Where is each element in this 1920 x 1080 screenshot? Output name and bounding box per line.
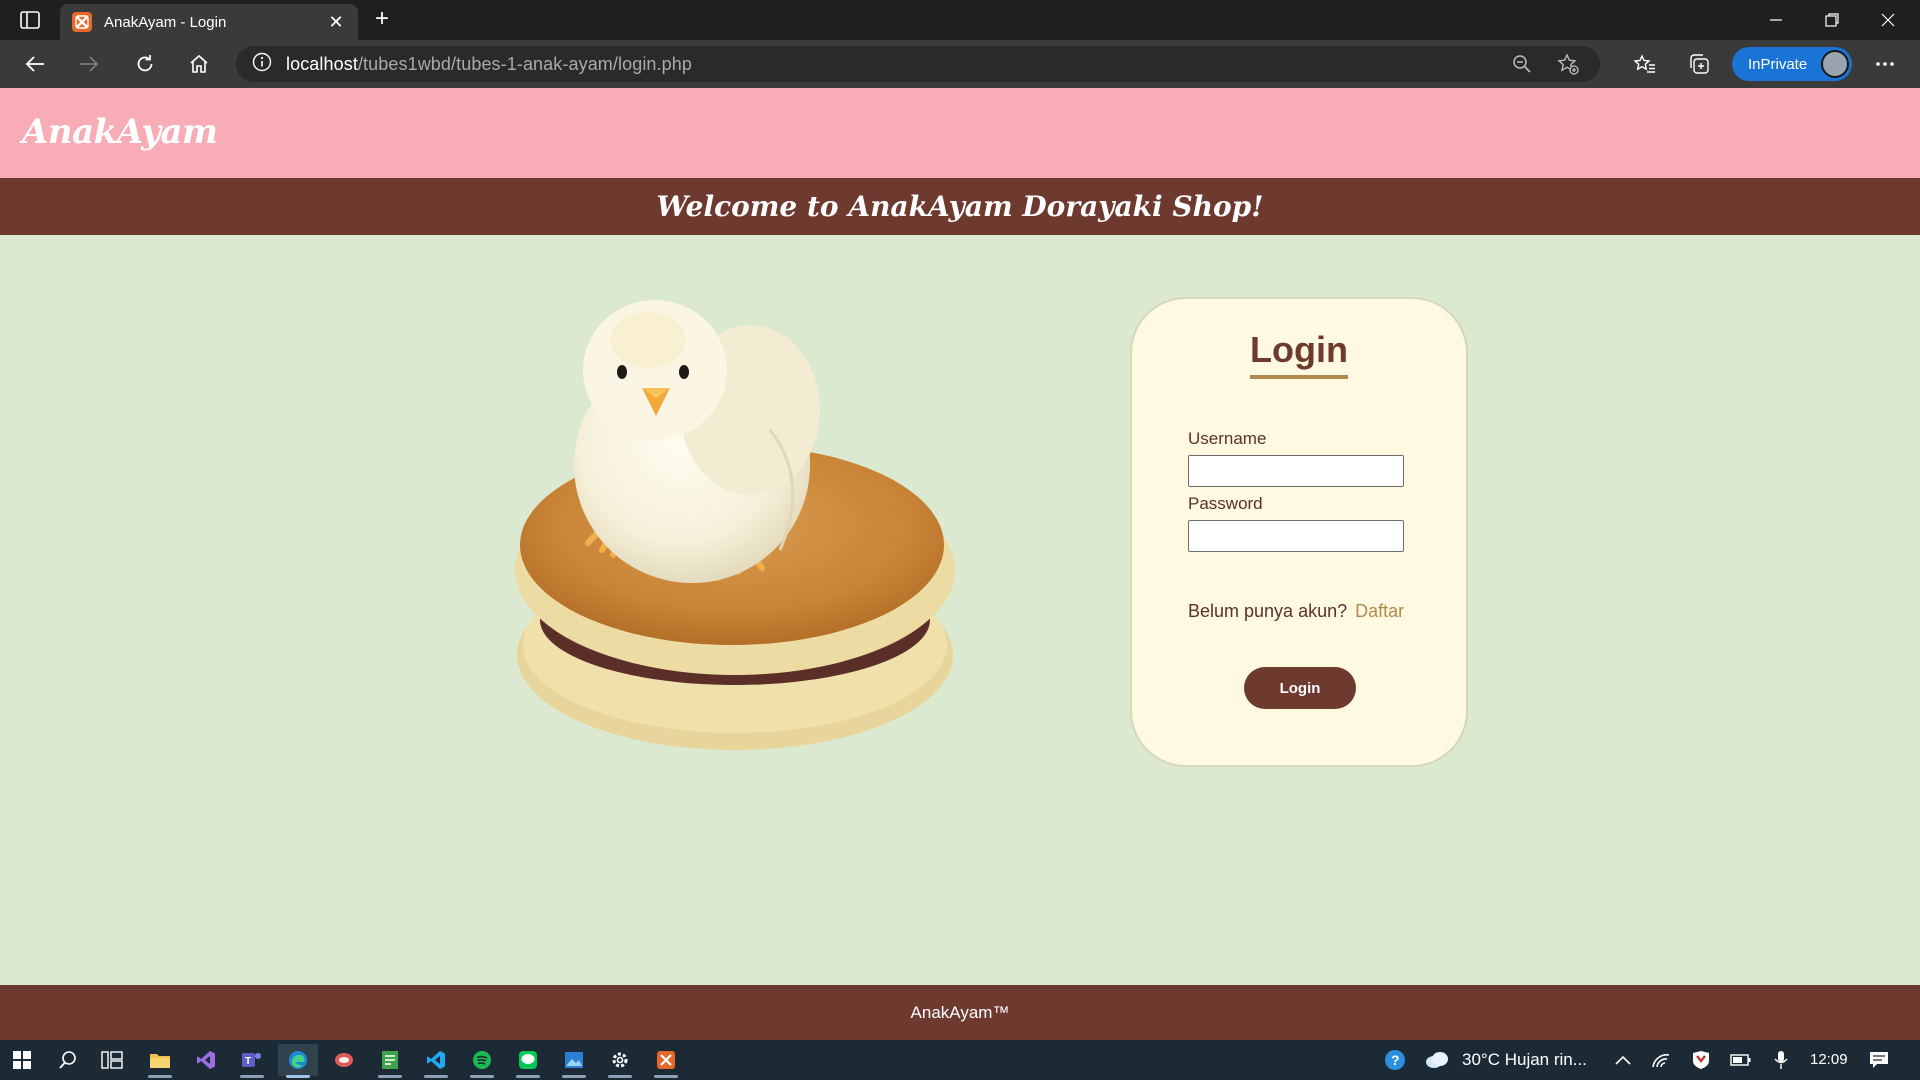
visual-studio-icon[interactable] <box>186 1044 226 1076</box>
xampp-icon[interactable] <box>646 1044 686 1078</box>
username-field[interactable] <box>1188 455 1404 487</box>
restore-icon[interactable] <box>1804 0 1860 40</box>
inprivate-badge[interactable]: InPrivate <box>1732 47 1852 81</box>
tab-title: AnakAyam - Login <box>104 13 227 31</box>
register-link[interactable]: Daftar <box>1355 601 1404 621</box>
running-indicator <box>608 1075 632 1078</box>
login-card: Login Username Password Belum punya akun… <box>1130 297 1468 767</box>
more-menu-icon[interactable] <box>1868 48 1902 80</box>
url-path: /tubes1wbd/tubes-1-anak-ayam/login.php <box>357 53 692 74</box>
file-explorer-icon[interactable] <box>140 1044 180 1078</box>
browser-toolbar: localhost/tubes1wbd/tubes-1-anak-ayam/lo… <box>0 40 1920 88</box>
welcome-banner: Welcome to AnakAyam Dorayaki Shop! <box>0 178 1920 235</box>
xampp-favicon-icon <box>72 12 92 32</box>
shield-antivirus-icon[interactable] <box>1688 1048 1714 1072</box>
running-indicator <box>562 1075 586 1078</box>
line-messenger-icon[interactable] <box>508 1044 548 1078</box>
url-text[interactable]: localhost/tubes1wbd/tubes-1-anak-ayam/lo… <box>286 54 692 75</box>
tab-actions-icon[interactable] <box>14 8 46 32</box>
photos-icon[interactable] <box>554 1044 594 1078</box>
close-window-icon[interactable] <box>1860 0 1916 40</box>
username-label: Username <box>1188 429 1267 448</box>
address-bar[interactable]: localhost/tubes1wbd/tubes-1-anak-ayam/lo… <box>236 46 1600 82</box>
settings-gear-icon[interactable] <box>600 1044 640 1078</box>
svg-text:?: ? <box>1391 1052 1400 1068</box>
help-icon[interactable]: ? <box>1382 1048 1408 1072</box>
running-indicator <box>470 1075 494 1078</box>
microphone-icon[interactable] <box>1768 1048 1794 1072</box>
inprivate-label: InPrivate <box>1748 55 1808 73</box>
password-field[interactable] <box>1188 520 1404 552</box>
running-indicator <box>148 1075 172 1078</box>
site-header: AnakAyam <box>0 88 1920 178</box>
favorites-icon[interactable] <box>1628 48 1662 80</box>
vscode-icon[interactable] <box>416 1044 456 1078</box>
login-heading-wrap: Login <box>1132 329 1466 379</box>
welcome-text: Welcome to AnakAyam Dorayaki Shop! <box>656 190 1264 223</box>
running-indicator <box>286 1075 310 1078</box>
hero-chick-on-dorayaki-image <box>470 300 1010 770</box>
back-icon[interactable] <box>18 48 52 80</box>
notifications-icon[interactable] <box>1866 1048 1892 1072</box>
running-indicator <box>240 1075 264 1078</box>
running-indicator <box>654 1075 678 1078</box>
url-host: localhost <box>286 53 358 74</box>
login-title: Login <box>1250 329 1348 379</box>
register-prompt-row: Belum punya akun? Daftar <box>1188 601 1404 622</box>
browser-tab[interactable]: AnakAyam - Login ✕ <box>60 4 358 40</box>
weather-cloud-icon[interactable] <box>1424 1048 1450 1072</box>
task-view-icon[interactable] <box>92 1044 132 1076</box>
windows-start-icon[interactable] <box>2 1044 42 1076</box>
zoom-out-icon[interactable] <box>1508 52 1536 76</box>
running-indicator <box>516 1075 540 1078</box>
svg-text:T: T <box>245 1056 251 1067</box>
password-label: Password <box>1188 494 1263 513</box>
wifi-icon[interactable] <box>1648 1048 1674 1072</box>
site-footer: AnakAyam™ <box>0 985 1920 1040</box>
new-tab-button[interactable]: + <box>368 6 396 34</box>
collections-icon[interactable] <box>1682 48 1716 80</box>
running-indicator <box>378 1075 402 1078</box>
browser-titlebar: AnakAyam - Login ✕ + <box>0 0 1920 40</box>
spotify-icon[interactable] <box>462 1044 502 1078</box>
search-icon[interactable] <box>48 1044 88 1076</box>
profile-avatar-icon <box>1821 50 1849 78</box>
login-button[interactable]: Login <box>1244 667 1356 709</box>
edge-browser-icon[interactable] <box>278 1044 318 1078</box>
tab-close-icon[interactable]: ✕ <box>326 12 346 33</box>
forward-icon[interactable] <box>72 48 106 80</box>
weather-text[interactable]: 30°C Hujan rin... <box>1462 1040 1587 1080</box>
register-prompt: Belum punya akun? <box>1188 601 1348 621</box>
footer-text: AnakAyam™ <box>910 1003 1010 1022</box>
teams-icon[interactable]: T <box>232 1044 272 1078</box>
home-icon[interactable] <box>182 48 216 80</box>
site-info-icon[interactable] <box>252 52 272 77</box>
add-favorite-icon[interactable] <box>1554 52 1582 76</box>
running-indicator <box>424 1075 448 1078</box>
windows-taskbar: T ? 30°C Hujan rin... 12:09 <box>0 1040 1920 1080</box>
snipping-tool-icon[interactable] <box>324 1044 364 1076</box>
reload-icon[interactable] <box>128 48 162 80</box>
notepad-icon[interactable] <box>370 1044 410 1078</box>
minimize-icon[interactable] <box>1748 0 1804 40</box>
chevron-up-icon[interactable] <box>1610 1048 1636 1072</box>
clock-time[interactable]: 12:09 <box>1810 1040 1848 1080</box>
battery-icon[interactable] <box>1728 1048 1754 1072</box>
site-logo[interactable]: AnakAyam <box>22 112 218 152</box>
